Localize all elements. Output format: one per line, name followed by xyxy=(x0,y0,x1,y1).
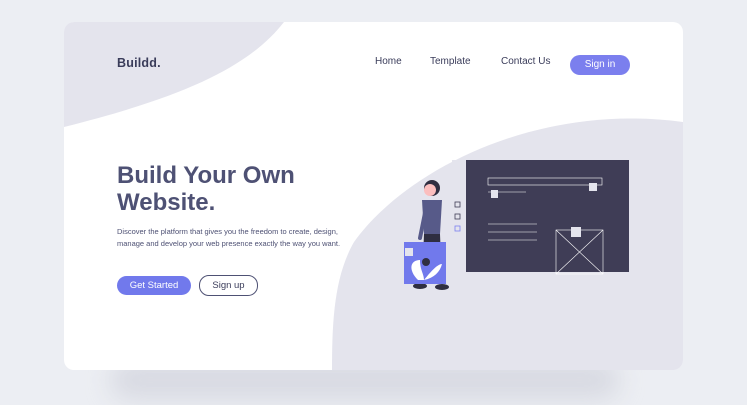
landing-card: Buildd. Home Template Contact Us Sign in… xyxy=(64,22,683,370)
sign-in-button[interactable]: Sign in xyxy=(570,55,630,75)
nav-contact-us[interactable]: Contact Us xyxy=(501,56,550,67)
plant-card-icon xyxy=(404,242,446,284)
hero-description: Discover the platform that gives you the… xyxy=(117,227,341,248)
nav-template[interactable]: Template xyxy=(430,56,471,67)
top-left-blob xyxy=(64,22,284,127)
get-started-button[interactable]: Get Started xyxy=(117,276,191,295)
nav-home[interactable]: Home xyxy=(375,56,402,67)
website-window-icon xyxy=(452,160,629,275)
brand-logo[interactable]: Buildd. xyxy=(117,56,161,70)
page-stage: Buildd. Home Template Contact Us Sign in… xyxy=(0,0,747,405)
sign-up-button[interactable]: Sign up xyxy=(199,275,258,296)
hero-title: Build Your Own Website. xyxy=(117,162,295,216)
hero-illustration xyxy=(404,160,629,290)
